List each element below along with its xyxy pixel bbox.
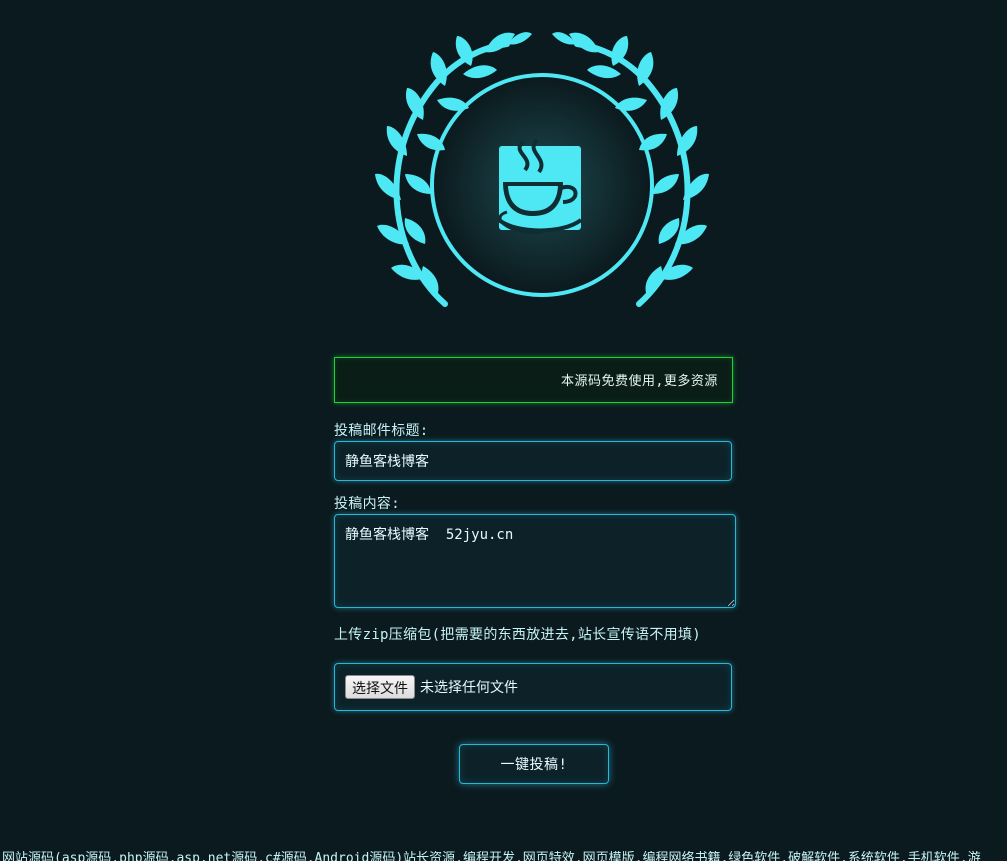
announcement-banner: 本源码免费使用,更多资源: [334, 357, 733, 403]
email-title-label: 投稿邮件标题:: [334, 423, 429, 439]
submit-button[interactable]: 一键投稿!: [459, 744, 609, 784]
upload-label: 上传zip压缩包(把需要的东西放进去,站长宣传语不用填): [334, 627, 701, 643]
footer-links-text[interactable]: 网站源码(asp源码,php源码,asp.net源码,c#源码,Android源…: [2, 851, 981, 861]
submission-form: 本源码免费使用,更多资源 投稿邮件标题: 投稿内容: 静鱼客栈博客 52jyu.…: [334, 357, 736, 784]
choose-file-button[interactable]: 选择文件: [345, 675, 415, 699]
footer-links: 网站源码(asp源码,php源码,asp.net源码,c#源码,Android源…: [0, 851, 1007, 861]
announcement-text: 本源码免费使用,更多资源: [561, 374, 718, 389]
coffee-cup-icon: [497, 138, 583, 235]
laurel-wreath-icon: [375, 32, 709, 307]
email-title-input[interactable]: [334, 441, 732, 481]
page: 本源码免费使用,更多资源 投稿邮件标题: 投稿内容: 静鱼客栈博客 52jyu.…: [0, 0, 1007, 861]
content-textarea[interactable]: 静鱼客栈博客 52jyu.cn: [334, 514, 736, 608]
content-label: 投稿内容:: [334, 496, 400, 512]
file-upload-field: 选择文件 未选择任何文件: [334, 663, 732, 711]
file-status-text: 未选择任何文件: [420, 680, 518, 696]
